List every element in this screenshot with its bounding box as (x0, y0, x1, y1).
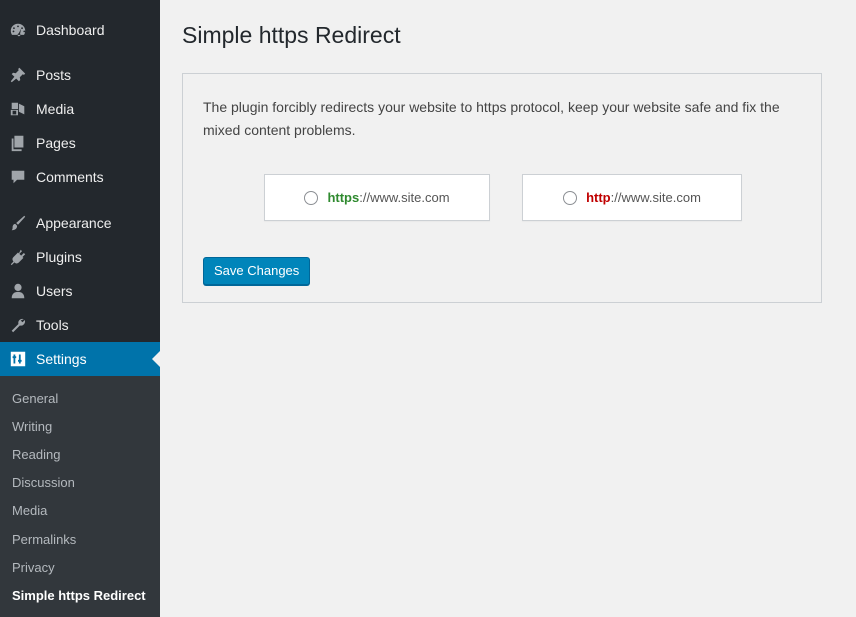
plugin-description: The plugin forcibly redirects your websi… (203, 99, 780, 138)
sidebar-item-users[interactable]: Users (0, 274, 160, 308)
http-radio[interactable] (563, 190, 578, 205)
sidebar-item-appearance[interactable]: Appearance (0, 206, 160, 240)
settings-submenu: General Writing Reading Discussion Media… (0, 376, 160, 617)
submenu-item-reading[interactable]: Reading (12, 447, 60, 463)
sidebar-item-label: Comments (36, 169, 104, 185)
page-title: Simple https Redirect (182, 22, 401, 48)
https-option[interactable]: https://www.site.com (264, 174, 490, 221)
sidebar-item-dashboard[interactable]: Dashboard (0, 13, 160, 47)
https-radio[interactable] (304, 190, 319, 205)
https-protocol-text: https (327, 190, 360, 205)
sidebar-item-label: Settings (36, 351, 87, 367)
save-changes-button[interactable]: Save Changes (203, 257, 311, 285)
sidebar-item-label: Pages (36, 135, 76, 151)
submenu-item-media[interactable]: Media (12, 503, 47, 519)
sidebar-item-label: Users (36, 283, 73, 299)
user-icon (9, 282, 27, 300)
sidebar-item-label: Appearance (36, 215, 112, 231)
wrench-icon (9, 316, 27, 334)
comment-icon (9, 168, 27, 186)
https-option-label: https://www.site.com (327, 190, 449, 205)
sidebar-item-pages[interactable]: Pages (0, 126, 160, 160)
submenu-item-general[interactable]: General (12, 391, 58, 407)
sidebar-item-label: Tools (36, 317, 69, 333)
submenu-item-privacy[interactable]: Privacy (12, 560, 55, 576)
sidebar-item-posts[interactable]: Posts (0, 58, 160, 92)
http-option[interactable]: http://www.site.com (522, 174, 742, 221)
media-icon (9, 100, 27, 118)
sidebar-item-label: Dashboard (36, 22, 105, 38)
sidebar-item-plugins[interactable]: Plugins (0, 240, 160, 274)
dashboard-icon (9, 21, 27, 39)
sidebar-item-comments[interactable]: Comments (0, 160, 160, 194)
sidebar-item-media[interactable]: Media (0, 92, 160, 126)
submenu-item-writing[interactable]: Writing (12, 419, 52, 435)
https-host-text: ://www.site.com (359, 190, 450, 205)
brush-icon (9, 214, 27, 232)
settings-icon (9, 350, 27, 368)
settings-panel: The plugin forcibly redirects your websi… (182, 73, 822, 303)
pin-icon (9, 66, 27, 84)
pages-icon (9, 134, 27, 152)
main-content: Simple https Redirect The plugin forcibl… (160, 0, 856, 617)
sidebar-item-label: Plugins (36, 249, 82, 265)
submenu-item-permalinks[interactable]: Permalinks (12, 532, 76, 548)
sidebar-item-tools[interactable]: Tools (0, 308, 160, 342)
http-host-text: ://www.site.com (610, 190, 701, 205)
http-protocol-text: http (586, 190, 611, 205)
plugin-icon (9, 248, 27, 266)
submenu-item-discussion[interactable]: Discussion (12, 475, 75, 491)
sidebar-item-label: Posts (36, 67, 72, 83)
http-option-label: http://www.site.com (586, 190, 701, 205)
sidebar-item-settings[interactable]: Settings (0, 342, 160, 376)
admin-sidebar: Dashboard Posts Media Pages Comments App… (0, 0, 160, 617)
sidebar-item-label: Media (36, 101, 75, 117)
submenu-item-simple-https-redirect[interactable]: Simple https Redirect (12, 588, 146, 604)
